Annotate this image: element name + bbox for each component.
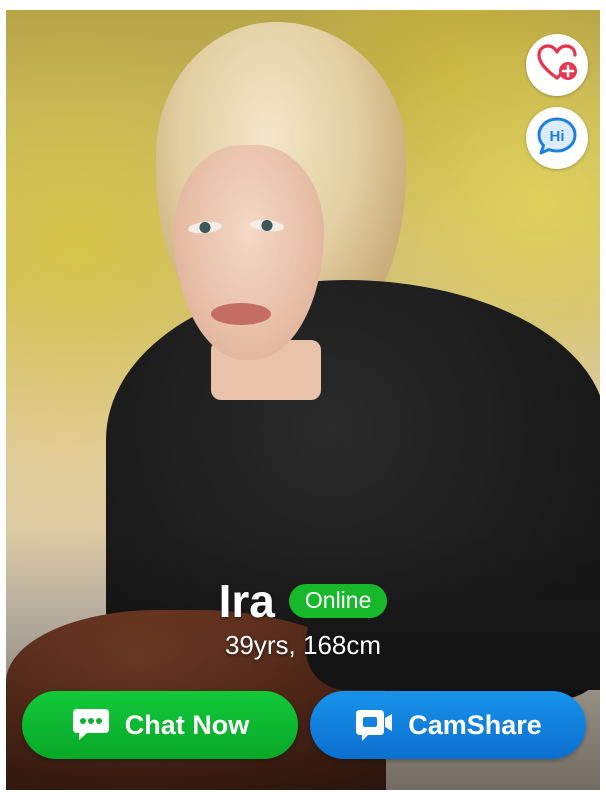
say-hi-button[interactable]: Hi <box>526 107 588 169</box>
chat-now-label: Chat Now <box>124 709 250 740</box>
profile-photo[interactable] <box>6 10 600 790</box>
profile-card[interactable]: Hi Ira Online 39yrs, 168cm Chat Now CamS… <box>6 10 600 790</box>
video-camera-icon <box>354 707 394 743</box>
profile-name: Ira <box>218 575 275 627</box>
chat-bubble-icon <box>71 707 111 743</box>
profile-details: 39yrs, 168cm <box>224 630 382 660</box>
hi-icon-text: Hi <box>550 128 565 145</box>
add-favorite-button[interactable] <box>526 34 588 96</box>
name-row: Ira Online <box>6 578 600 624</box>
online-status-badge: Online <box>288 584 388 618</box>
camshare-label: CamShare <box>408 709 542 740</box>
photo-lips <box>211 303 271 325</box>
heart-plus-icon <box>537 43 577 87</box>
chat-now-button[interactable]: Chat Now <box>22 691 298 759</box>
hi-speech-bubble-icon: Hi <box>536 116 578 161</box>
camshare-button[interactable]: CamShare <box>310 691 586 759</box>
